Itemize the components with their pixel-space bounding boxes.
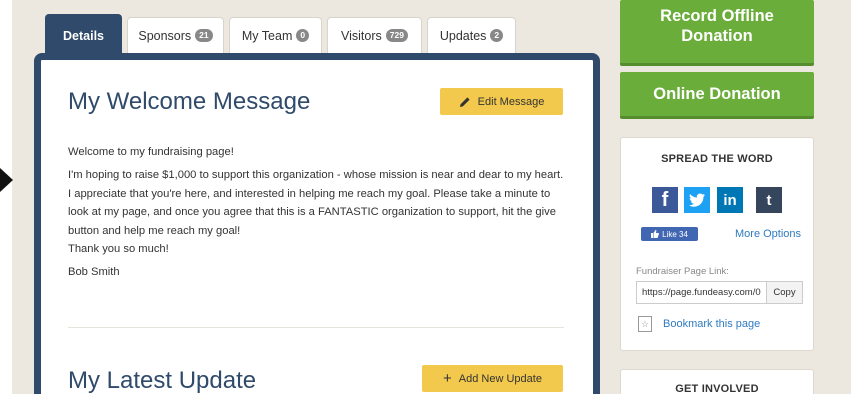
record-offline-donation-button[interactable]: Record Offline Donation xyxy=(620,0,814,66)
copy-link-button[interactable]: Copy xyxy=(767,281,803,304)
tab-updates-badge: 2 xyxy=(490,29,504,42)
pencil-icon xyxy=(459,96,470,107)
update-title: My Latest Update xyxy=(68,367,257,394)
tab-visitors-label: Visitors xyxy=(341,28,382,43)
tab-visitors-badge: 729 xyxy=(385,29,408,42)
tab-my-team-badge: 0 xyxy=(296,29,310,42)
thumbs-up-icon xyxy=(651,230,660,238)
tab-updates-label: Updates xyxy=(439,28,487,43)
bookmark-page-link[interactable]: Bookmark this page xyxy=(663,318,760,330)
twitter-icon[interactable] xyxy=(684,187,710,213)
section-divider xyxy=(68,327,564,328)
get-involved-card: GET INVOLVED xyxy=(620,369,814,394)
welcome-title: My Welcome Message xyxy=(68,88,311,115)
plus-icon: + xyxy=(443,369,452,387)
get-involved-title: GET INVOLVED xyxy=(675,383,759,394)
welcome-paragraph-1: Welcome to my fundraising page! xyxy=(68,146,234,158)
edit-message-label: Edit Message xyxy=(477,95,545,108)
tab-details[interactable]: Details xyxy=(45,14,122,56)
add-new-update-button[interactable]: + Add New Update xyxy=(422,365,563,392)
tumblr-icon[interactable]: t xyxy=(756,187,782,213)
facebook-icon[interactable]: f xyxy=(652,187,678,213)
welcome-paragraph-3: Thank you so much! xyxy=(68,243,169,255)
tab-sponsors-label: Sponsors xyxy=(138,28,192,43)
spread-the-word-title: SPREAD THE WORD xyxy=(661,153,773,165)
more-options-link[interactable]: More Options xyxy=(735,228,801,240)
like-count-label: Like 34 xyxy=(662,229,688,239)
bookmark-star-icon: ☆ xyxy=(638,316,652,332)
tab-sponsors-badge: 21 xyxy=(195,29,213,42)
left-edge-strip xyxy=(0,0,12,394)
pointer-arrow-icon xyxy=(0,168,13,192)
edit-message-button[interactable]: Edit Message xyxy=(440,88,563,115)
add-new-update-label: Add New Update xyxy=(458,372,542,385)
tab-my-team-label: My Team xyxy=(241,28,293,43)
tab-my-team[interactable]: My Team 0 xyxy=(229,17,322,53)
facebook-like-button[interactable]: Like 34 xyxy=(641,227,698,241)
online-donation-label: Online Donation xyxy=(653,85,781,103)
fundraiser-page-link-input[interactable]: https://page.fundeasy.com/0 xyxy=(636,281,767,304)
welcome-paragraph-2: I'm hoping to raise $1,000 to support th… xyxy=(68,169,564,237)
tab-details-label: Details xyxy=(63,28,104,43)
welcome-signature: Bob Smith xyxy=(68,266,120,278)
linkedin-icon[interactable]: in xyxy=(717,187,743,213)
tab-visitors[interactable]: Visitors 729 xyxy=(327,17,422,53)
online-donation-button[interactable]: Online Donation xyxy=(620,72,814,119)
tab-updates[interactable]: Updates 2 xyxy=(427,17,516,53)
tab-sponsors[interactable]: Sponsors 21 xyxy=(127,17,224,53)
twitter-bird-icon xyxy=(689,193,705,207)
record-offline-donation-label: Record Offline Donation xyxy=(660,7,774,45)
fundraiser-page-link-label: Fundraiser Page Link: xyxy=(636,266,729,277)
